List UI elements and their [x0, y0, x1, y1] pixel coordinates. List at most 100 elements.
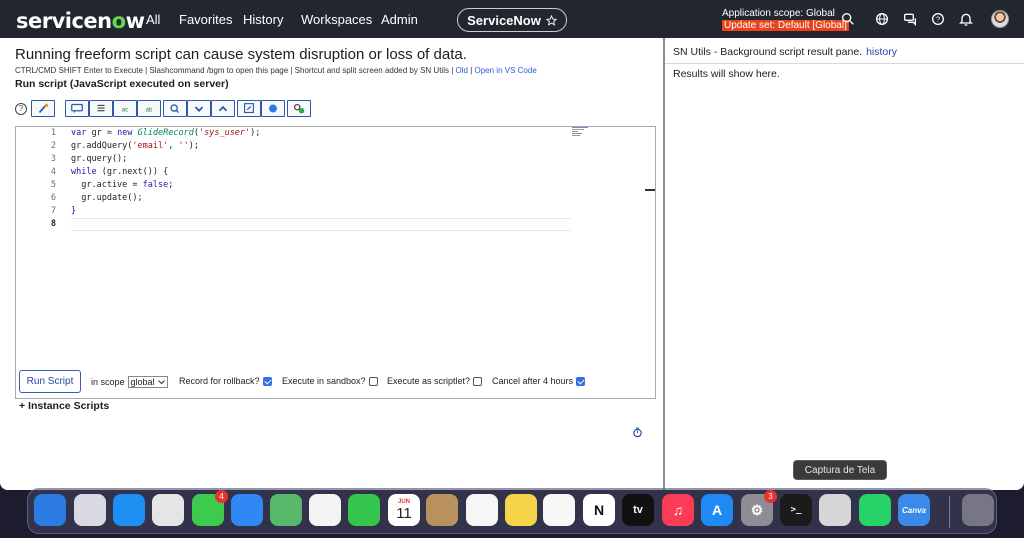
chrome-icon[interactable]	[152, 494, 184, 526]
bell-icon[interactable]	[958, 11, 974, 27]
nav-favorites[interactable]: Favorites	[179, 12, 232, 27]
notion-glyph: N	[593, 502, 605, 518]
code-token: var	[71, 128, 87, 138]
maps-icon[interactable]	[270, 494, 302, 526]
info-icon[interactable]	[261, 100, 285, 117]
fullscreen-icon[interactable]	[237, 100, 261, 117]
replace-icon[interactable]: ac	[113, 100, 137, 117]
run-script-label: Run script (JavaScript executed on serve…	[15, 78, 229, 90]
line-number: 5	[50, 180, 56, 190]
system-settings-glyph: ⚙	[750, 501, 764, 518]
code-token: (gr.next()) {	[96, 167, 169, 177]
search-icon[interactable]	[840, 11, 856, 27]
rollback-label: Record for rollback?	[179, 376, 260, 386]
line-number: 7	[50, 206, 56, 216]
facetime-icon[interactable]	[348, 494, 380, 526]
logo-text-prefix: servicen	[16, 9, 112, 33]
rollback-control: Record for rollback?	[179, 376, 272, 386]
format-code-icon[interactable]	[89, 100, 113, 117]
scope-picker[interactable]: Application scope: Global Update set: De…	[722, 8, 849, 32]
logo-text-suffix: w	[125, 9, 145, 33]
instance-scripts-toggle[interactable]: + Instance Scripts	[19, 400, 109, 412]
contacts-icon[interactable]	[426, 494, 458, 526]
code-token: gr.update();	[71, 193, 143, 203]
apple-tv-icon[interactable]: tv	[622, 494, 654, 526]
current-line-highlight	[71, 218, 571, 231]
scriptlet-label: Execute as scriptlet?	[387, 376, 471, 386]
update-set-badge: Update set: Default [Global]	[722, 20, 849, 31]
shortcut-hint: CTRL/CMD SHIFT Enter to Execute | Slashc…	[15, 66, 537, 75]
notes-icon[interactable]	[505, 494, 537, 526]
history-link[interactable]: history	[866, 46, 897, 58]
help-circle-icon[interactable]: ?	[15, 103, 27, 115]
instance-pill[interactable]: ServiceNow	[457, 8, 567, 32]
code-token: ,	[168, 141, 179, 151]
notion-icon[interactable]: N	[583, 494, 615, 526]
rollback-checkbox[interactable]	[262, 376, 272, 386]
search-code-icon[interactable]	[163, 100, 187, 117]
old-link[interactable]: Old	[456, 66, 468, 75]
comment-icon[interactable]	[65, 100, 89, 117]
result-pane-title: SN Utils - Background script result pane…	[673, 46, 863, 58]
code-editor[interactable]: 1 var gr = new GlideRecord('sys_user'); 2…	[15, 126, 656, 399]
launchpad-icon[interactable]	[74, 494, 106, 526]
code-token: ;	[168, 180, 174, 190]
music-glyph: ♫	[672, 502, 684, 518]
screenshot-icon[interactable]	[819, 494, 851, 526]
dock-tooltip: Captura de Tela	[793, 460, 887, 480]
line-number: 3	[50, 154, 56, 164]
music-icon[interactable]: ♫	[662, 494, 694, 526]
open-in-vscode-link[interactable]: Open in VS Code	[475, 66, 537, 75]
whatsapp-icon[interactable]	[859, 494, 891, 526]
nav-admin[interactable]: Admin	[381, 12, 418, 27]
sandbox-checkbox[interactable]	[368, 376, 378, 386]
mail-icon[interactable]	[231, 494, 263, 526]
globe-icon[interactable]	[874, 11, 890, 27]
servicenow-logo[interactable]: servicenow	[16, 9, 145, 33]
messages-icon[interactable]: 4	[192, 490, 228, 526]
scope-select[interactable]: global	[127, 376, 168, 388]
safari-icon[interactable]	[113, 494, 145, 526]
code-token: );	[250, 128, 261, 138]
freeform-icon[interactable]	[543, 494, 575, 526]
replace-all-icon[interactable]: ab	[137, 100, 161, 117]
star-icon[interactable]	[545, 14, 557, 26]
nav-workspaces[interactable]: Workspaces	[301, 12, 372, 27]
system-settings-icon[interactable]: ⚙ 3	[741, 490, 777, 526]
code-token: GlideRecord	[137, 128, 194, 138]
add-script-icon[interactable]	[287, 100, 311, 117]
cancel-checkbox[interactable]	[576, 376, 586, 386]
canva-icon[interactable]: Canva	[898, 494, 930, 526]
code-token: }	[71, 206, 77, 216]
code-token: 'sys_user'	[198, 128, 251, 138]
run-controls: Run Script in scope global Record for ro…	[19, 370, 659, 394]
cancel-control: Cancel after 4 hours	[492, 376, 586, 386]
nav-history[interactable]: History	[243, 12, 283, 27]
scriptlet-checkbox[interactable]	[473, 376, 483, 386]
trash-icon[interactable]	[962, 494, 994, 526]
terminal-glyph: >_	[790, 505, 802, 515]
run-script-button[interactable]: Run Script	[19, 370, 81, 393]
timer-icon[interactable]	[632, 427, 643, 438]
reminders-icon[interactable]	[466, 494, 498, 526]
find-previous-icon[interactable]	[211, 100, 235, 117]
code-token: ''	[178, 141, 189, 151]
wand-icon[interactable]	[31, 100, 55, 117]
line-number: 8	[50, 219, 56, 229]
result-pane: SN Utils - Background script result pane…	[665, 38, 1024, 490]
finder-icon[interactable]	[34, 494, 66, 526]
chat-icon[interactable]	[902, 11, 918, 27]
calendar-icon[interactable]: JUN 11	[388, 494, 420, 526]
photos-icon[interactable]	[309, 494, 341, 526]
nav-all[interactable]: All	[146, 12, 160, 27]
warning-heading: Running freeform script can cause system…	[15, 46, 467, 63]
top-navigation: servicenow All Favorites History Workspa…	[0, 0, 1024, 38]
app-store-icon[interactable]: A	[701, 494, 733, 526]
terminal-icon[interactable]: >_	[780, 494, 812, 526]
minimap[interactable]	[572, 127, 600, 137]
avatar[interactable]	[991, 10, 1009, 28]
hint-text: CTRL/CMD SHIFT Enter to Execute | Slashc…	[15, 66, 456, 75]
chevron-down-icon	[157, 379, 165, 384]
find-next-icon[interactable]	[187, 100, 211, 117]
help-icon[interactable]: ?	[930, 11, 946, 27]
